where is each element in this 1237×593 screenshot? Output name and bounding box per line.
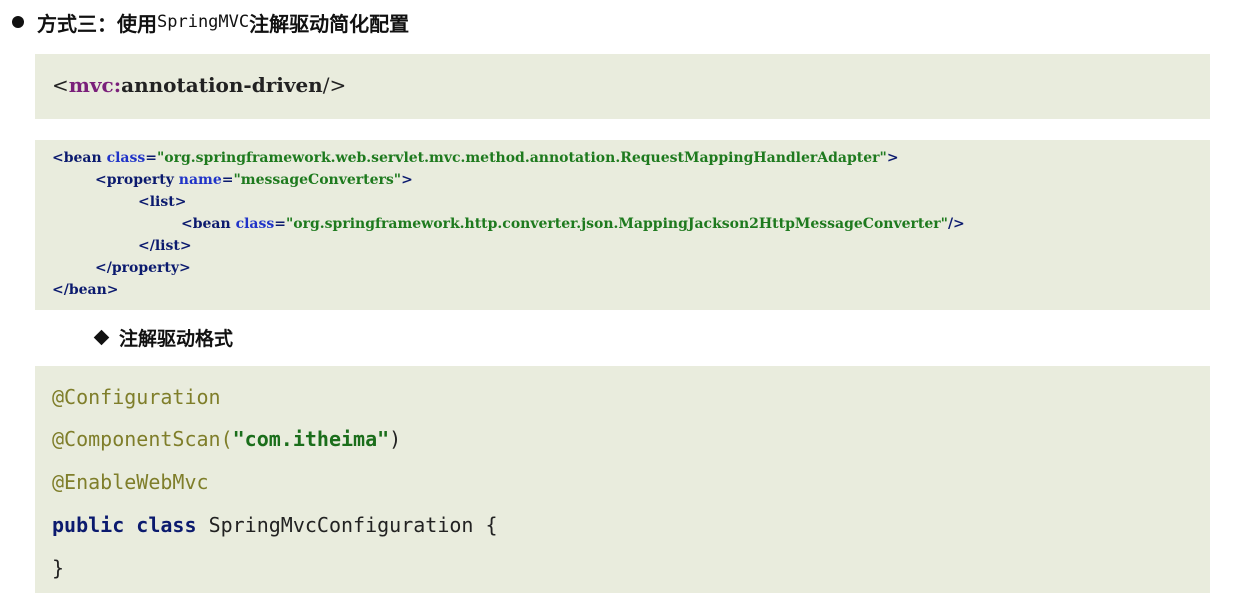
xml-value: "org.springframework.http.converter.json… — [285, 216, 948, 232]
mvc-open: < — [52, 73, 69, 97]
bullet-icon — [12, 16, 24, 28]
xml-eq: = — [274, 216, 286, 232]
heading-suffix: 注解驱动简化配置 — [249, 11, 410, 36]
sub-heading: 注解驱动格式 — [93, 320, 234, 354]
xml-tag: </property> — [95, 260, 191, 276]
java-line-2: @ComponentScan("com.itheima") — [52, 425, 401, 453]
xml-tag-close: > — [401, 172, 413, 188]
xml-line-5: </list> — [138, 236, 192, 256]
xml-line-4: <bean class="org.springframework.http.co… — [181, 214, 965, 234]
mvc-annotation-driven-line: <mvc:annotation-driven/> — [52, 73, 346, 97]
mvc-prefix: mvc — [68, 73, 114, 97]
xml-tag-close: /> — [947, 216, 965, 232]
mvc-code-box: <mvc:annotation-driven/> — [35, 54, 1210, 119]
java-line-4: public class SpringMvcConfiguration { — [52, 511, 498, 539]
xml-line-1: <bean class="org.springframework.web.ser… — [52, 148, 899, 168]
xml-value: "messageConverters" — [233, 172, 402, 188]
xml-code-box: <bean class="org.springframework.web.ser… — [35, 140, 1210, 310]
class-name: SpringMvcConfiguration { — [208, 513, 498, 537]
xml-line-7: </bean> — [52, 280, 119, 300]
diamond-bullet-icon — [93, 329, 110, 345]
componentscan-close: ) — [389, 427, 402, 451]
configuration-annotation: @Configuration — [52, 385, 221, 409]
closing-brace: } — [52, 556, 65, 580]
xml-tag: </bean> — [52, 282, 119, 298]
xml-tag: <property — [95, 172, 179, 188]
class-keyword: class — [136, 513, 197, 537]
java-line-3: @EnableWebMvc — [52, 468, 209, 496]
xml-eq: = — [221, 172, 234, 188]
xml-line-2: <property name="messageConverters"> — [95, 170, 413, 190]
xml-line-6: </property> — [95, 258, 191, 278]
xml-tag: <bean — [52, 150, 107, 166]
xml-eq: = — [145, 150, 157, 166]
xml-attr: class — [106, 150, 146, 166]
xml-tag-close: > — [886, 150, 899, 166]
xml-tag: <bean — [181, 216, 236, 232]
java-line-1: @Configuration — [52, 383, 221, 411]
xml-line-3: <list> — [138, 192, 186, 212]
mvc-close: /> — [322, 73, 347, 97]
enablewebmvc-annotation: @EnableWebMvc — [52, 470, 209, 494]
componentscan-package: "com.itheima" — [232, 427, 390, 451]
heading-prefix: 方式三：使用 — [37, 11, 157, 36]
xml-tag: <list> — [138, 194, 187, 210]
componentscan-annotation: @ComponentScan( — [52, 427, 233, 451]
java-code-box: @Configuration @ComponentScan("com.ithei… — [35, 366, 1210, 593]
mvc-name: annotation-driven — [121, 73, 323, 97]
public-keyword: public — [52, 513, 125, 537]
xml-attr: name — [178, 172, 222, 188]
java-line-5: } — [52, 554, 64, 582]
sub-heading-text: 注解驱动格式 — [119, 327, 234, 350]
xml-attr: class — [235, 216, 275, 232]
xml-value: "org.springframework.web.servlet.mvc.met… — [156, 150, 887, 166]
xml-tag: </list> — [138, 238, 192, 254]
section-heading: 方式三：使用 SpringMVC 注解驱动简化配置 — [12, 6, 409, 38]
heading-code: SpringMVC — [157, 12, 250, 32]
